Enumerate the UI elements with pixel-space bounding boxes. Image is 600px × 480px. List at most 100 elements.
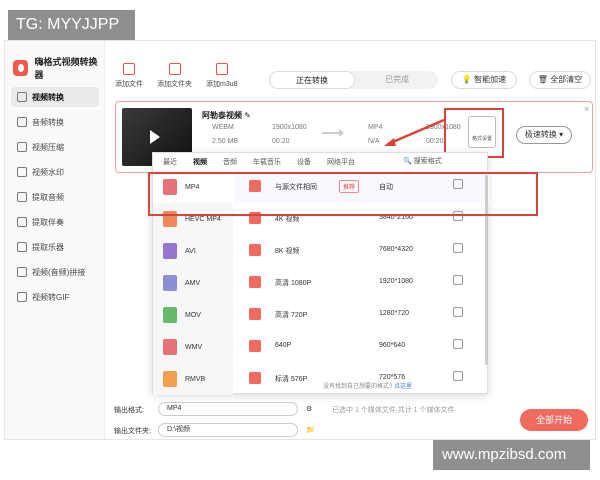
app-logo: 嗨格式视频转换器	[13, 55, 104, 81]
status-tabs: 正在转换 已完成	[269, 71, 439, 89]
popup-tab-audio[interactable]: 音频	[223, 157, 237, 167]
annotation-arrow-icon	[384, 118, 445, 146]
format-item-avi[interactable]: AVI	[153, 235, 233, 267]
resolution-row[interactable]: 640P 960*640	[235, 331, 489, 363]
format-label: AMV	[185, 279, 201, 287]
resolution-value: 960*640	[379, 342, 406, 349]
edit-icon[interactable]	[453, 275, 463, 285]
toolbar: 添加文件 添加文件夹 添加m3u8	[115, 63, 252, 89]
resolution-name: 640P	[275, 342, 292, 349]
accompaniment-icon	[17, 217, 27, 227]
resolution-value: 720*576	[379, 374, 406, 381]
sidebar-item-extract-audio[interactable]: 提取音频	[11, 187, 99, 207]
format-item-amv[interactable]: AMV	[153, 267, 233, 299]
bulb-icon: 💡	[461, 75, 472, 84]
clear-all-label: 全部清空	[550, 75, 583, 84]
edit-icon[interactable]	[453, 371, 463, 381]
folder-icon[interactable]: 📁	[306, 426, 315, 434]
watermark-icon	[17, 167, 27, 177]
format-hint: 没有找到自己想要的格式? 点这里	[323, 381, 412, 390]
instrument-icon	[17, 242, 27, 252]
format-settings-highlight	[444, 108, 504, 158]
add-folder-button[interactable]: 添加文件夹	[157, 63, 192, 89]
amv-icon	[163, 275, 177, 291]
watermark-bottom: www.mpzibsd.com	[433, 440, 590, 470]
popup-tab-video[interactable]: 视频	[193, 157, 207, 167]
format-label: WMV	[185, 343, 203, 351]
video-res-icon	[249, 308, 261, 320]
extract-audio-icon	[17, 192, 27, 202]
sidebar-item-audio-convert[interactable]: 音频转换	[11, 112, 99, 132]
add-file-button[interactable]: 添加文件	[115, 63, 143, 89]
resolution-row[interactable]: 8K 视频 7680*4320	[235, 235, 489, 267]
format-label: RMVB	[185, 375, 206, 383]
sidebar-item-video-convert[interactable]: 视频转换	[11, 87, 99, 107]
format-search-placeholder: 搜索格式	[413, 158, 442, 165]
fast-convert-button[interactable]: 极速转换 ▾	[516, 126, 572, 144]
edit-icon[interactable]	[453, 307, 463, 317]
sidebar-item-video-compress[interactable]: 视频压缩	[11, 137, 99, 157]
resolution-row[interactable]: 高清 1080P 1920*1080	[235, 267, 489, 299]
mp4-highlight	[148, 172, 538, 216]
format-item-wmv[interactable]: WMV	[153, 331, 233, 363]
audio-icon	[17, 117, 27, 127]
add-folder-label: 添加文件夹	[157, 81, 192, 88]
edit-icon[interactable]	[453, 243, 463, 253]
resolution-row[interactable]: 标清 576P 720*576	[235, 363, 489, 395]
clear-all-button[interactable]: 🗑 全部清空	[529, 71, 591, 89]
add-file-icon	[123, 63, 135, 75]
sidebar-item-merge[interactable]: 视频(音频)拼接	[11, 262, 99, 282]
format-search-input[interactable]: 🔍 搜索格式	[403, 156, 442, 166]
compress-icon	[17, 142, 27, 152]
src-duration: 00:20	[272, 138, 290, 145]
format-label: MOV	[185, 311, 201, 319]
resolution-value: 1920*1080	[379, 278, 413, 285]
popup-tab-device[interactable]: 设备	[297, 157, 311, 167]
sidebar-item-label: 音频转换	[32, 117, 64, 127]
popup-tab-recent[interactable]: 最近	[163, 157, 177, 167]
format-item-rmvb[interactable]: RMVB	[153, 363, 233, 395]
add-m3u8-label: 添加m3u8	[206, 81, 238, 88]
sidebar-item-label: 视频转换	[32, 92, 64, 102]
start-all-button[interactable]: 全部开始	[520, 409, 588, 431]
resolution-name: 8K 视频	[275, 248, 300, 255]
output-folder-field[interactable]: D:\视频	[158, 423, 298, 437]
tab-converting[interactable]: 正在转换	[269, 71, 355, 89]
smart-accel-label: 智能加速	[474, 75, 507, 84]
sidebar-item-watermark[interactable]: 视频水印	[11, 162, 99, 182]
edit-icon[interactable]	[453, 339, 463, 349]
file-name: 阿勒泰视频 ✎	[202, 110, 251, 121]
sidebar-item-extract-instrument[interactable]: 提取乐器	[11, 237, 99, 257]
close-icon[interactable]: ×	[584, 104, 589, 114]
tab-done[interactable]: 已完成	[355, 71, 439, 89]
popup-tab-web[interactable]: 网络平台	[327, 157, 355, 167]
video-res-icon	[249, 340, 261, 352]
selection-status: 已选中 1 个媒体文件,共计 1 个媒体文件	[332, 407, 455, 414]
output-folder-value: D:\视频	[167, 426, 190, 433]
fast-convert-label: 极速转换	[524, 130, 557, 139]
edit-icon[interactable]: ✎	[244, 111, 251, 120]
trash-icon: 🗑	[537, 75, 548, 84]
sidebar-item-extract-accompaniment[interactable]: 提取伴奏	[11, 212, 99, 232]
popup-tab-car-music[interactable]: 车载音乐	[253, 157, 281, 167]
video-convert-icon	[17, 92, 27, 102]
format-item-mov[interactable]: MOV	[153, 299, 233, 331]
resolution-name: 标清 576P	[275, 376, 308, 383]
format-hint-text: 没有找到自己想要的格式?	[323, 384, 393, 390]
resolution-value: 7680*4320	[379, 246, 413, 253]
src-resolution: 1900x1080	[272, 124, 307, 131]
sidebar-item-label: 提取伴奏	[32, 217, 64, 227]
video-res-icon	[249, 244, 261, 256]
app-title: 嗨格式视频转换器	[34, 57, 98, 80]
resolution-row[interactable]: 高清 720P 1280*720	[235, 299, 489, 331]
src-format: WEBM	[212, 124, 234, 131]
sidebar-item-label: 视频转GIF	[32, 292, 70, 302]
sidebar-item-gif[interactable]: 视频转GIF	[11, 287, 99, 307]
output-format-select[interactable]: MP4	[158, 402, 298, 416]
format-hint-link[interactable]: 点这里	[394, 384, 412, 390]
smart-accel-button[interactable]: 💡 智能加速	[451, 71, 517, 89]
video-res-icon	[249, 276, 261, 288]
settings-icon[interactable]: ⚙	[306, 405, 312, 413]
chevron-down-icon: ▾	[559, 130, 564, 139]
add-m3u8-button[interactable]: 添加m3u8	[206, 63, 238, 89]
